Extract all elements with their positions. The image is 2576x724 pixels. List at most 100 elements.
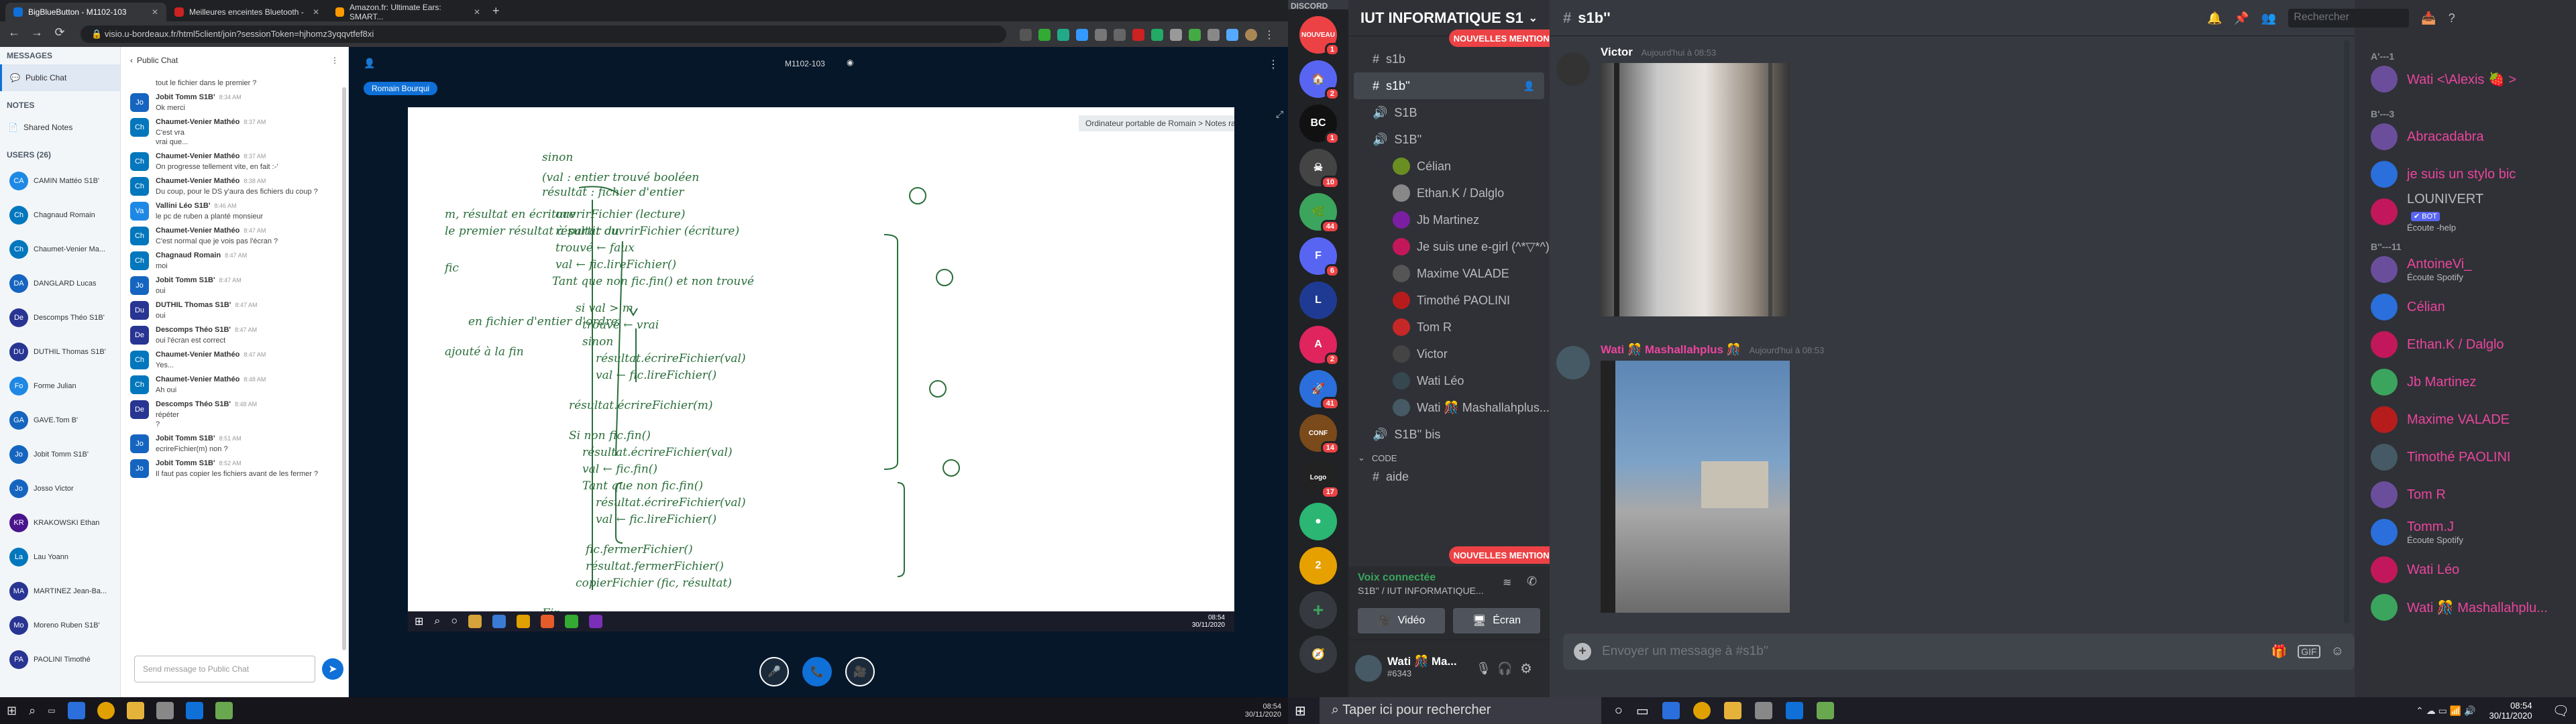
user-list-item[interactable]: DA DANGLARD Lucas xyxy=(0,266,120,300)
server-icon[interactable]: F6 xyxy=(1299,237,1340,278)
server-icon[interactable]: 2 xyxy=(1299,547,1337,585)
server-icon[interactable]: ☠ 10 xyxy=(1299,149,1340,189)
avatar[interactable] xyxy=(1556,52,1590,86)
user-list-item[interactable]: De Descomps Théo S1B' xyxy=(0,300,120,335)
windows-start-icon[interactable]: ⊞ xyxy=(7,704,17,718)
settings-gear-icon[interactable]: ⚙ xyxy=(1520,660,1532,677)
server-icon[interactable]: 🚀 41 xyxy=(1299,370,1340,410)
taskbar-search[interactable]: ⌕ Taper ici pour rechercher xyxy=(1319,697,1601,724)
server-icon[interactable]: ● xyxy=(1299,503,1337,540)
user-list-item[interactable]: Ch Chagnaud Romain xyxy=(0,198,120,232)
message-composer[interactable]: + Envoyer un message à #s1b'' 🎁 GIF ☺ xyxy=(1563,634,2355,670)
close-tab-icon[interactable]: ✕ xyxy=(152,7,158,17)
add-member-icon[interactable]: 👤 xyxy=(1523,80,1535,92)
browser-tab-bbb[interactable]: BigBlueButton - M1102-103 ✕ xyxy=(5,3,166,21)
user-list-item[interactable]: DU DUTHIL Thomas S1B' xyxy=(0,335,120,369)
close-tab-icon[interactable]: ✕ xyxy=(474,7,480,17)
author-name[interactable]: Wati 🎊 Mashallahplus 🎊 xyxy=(1601,343,1741,356)
cortana-icon[interactable]: ○ xyxy=(1615,703,1623,719)
extension-icon[interactable] xyxy=(1038,29,1051,41)
user-list-item[interactable]: Jo Josso Victor xyxy=(0,471,120,505)
pin-icon[interactable]: 📌 xyxy=(2234,11,2249,25)
explorer-icon[interactable] xyxy=(1723,702,1741,719)
app-icon[interactable] xyxy=(1816,702,1834,719)
user-list-toggle-icon[interactable]: 👤 xyxy=(364,58,375,69)
channel-s1b[interactable]: # s1b xyxy=(1348,46,1550,72)
member-item[interactable]: Abracadabra xyxy=(2355,118,2576,156)
leave-audio-button[interactable]: 📞 xyxy=(802,657,832,686)
voice-channel-s1b[interactable]: 🔊 S1B xyxy=(1348,99,1550,126)
member-item[interactable]: Wati <\Alexis 🍓 > xyxy=(2355,60,2576,98)
extension-icon[interactable] xyxy=(1132,29,1144,41)
video-button[interactable]: 🎥 Vidéo xyxy=(1358,608,1445,634)
extension-icon[interactable] xyxy=(1189,29,1201,41)
member-item[interactable]: je suis un stylo bic xyxy=(2355,156,2576,193)
author-name[interactable]: Victor xyxy=(1601,46,1633,58)
notifications-icon[interactable]: 🗨 xyxy=(2553,703,2569,719)
options-menu-icon[interactable]: ⋮ xyxy=(1268,58,1279,71)
voice-member[interactable]: Wati 🎊 Mashallahplus... xyxy=(1348,394,1550,421)
fullscreen-icon[interactable]: ⤢ xyxy=(1276,109,1283,120)
chat-options-icon[interactable]: ⋮ xyxy=(331,56,339,65)
search-icon[interactable]: ⌕ xyxy=(29,704,36,718)
user-list-item[interactable]: Ch Chaumet-Venier Ma... xyxy=(0,232,120,266)
share-webcam-button[interactable]: 🎥 xyxy=(845,657,875,686)
send-message-button[interactable]: ➤ xyxy=(322,658,343,680)
voice-channel-bis[interactable]: 🔊 S1B'' bis xyxy=(1348,421,1550,448)
voice-member[interactable]: Tom R xyxy=(1348,314,1550,341)
inbox-icon[interactable]: 📥 xyxy=(2421,11,2436,25)
extension-icon[interactable] xyxy=(1151,29,1163,41)
member-item[interactable]: Jb Martinez xyxy=(2355,363,2576,401)
member-item[interactable]: Timothé PAOLINI xyxy=(2355,438,2576,476)
voice-channel-s1b-double[interactable]: 🔊 S1B'' xyxy=(1348,126,1550,153)
gift-icon[interactable]: 🎁 xyxy=(2271,644,2288,660)
app-icon[interactable] xyxy=(1662,702,1680,719)
add-attachment-icon[interactable]: + xyxy=(1574,643,1591,660)
chrome-icon[interactable] xyxy=(1693,702,1711,719)
channel-s1b-double[interactable]: # s1b'' 👤 xyxy=(1354,72,1544,99)
member-item[interactable]: Célian xyxy=(2355,288,2576,326)
member-item[interactable]: Maxime VALADE xyxy=(2355,401,2576,438)
member-item[interactable]: Tom R xyxy=(2355,476,2576,514)
user-list-item[interactable]: CA CAMIN Mattéo S1B' xyxy=(0,164,120,198)
extension-icon[interactable] xyxy=(1057,29,1069,41)
avatar[interactable] xyxy=(1556,346,1590,379)
extension-icon[interactable] xyxy=(1170,29,1182,41)
category-code[interactable]: ⌄ CODE xyxy=(1348,448,1550,468)
task-view-icon[interactable]: ▭ xyxy=(1636,703,1649,719)
browser-tab-amazon[interactable]: Amazon.fr: Ultimate Ears: SMART... ✕ xyxy=(327,3,488,21)
user-list-item[interactable]: La Lau Yoann xyxy=(0,540,120,574)
menu-icon[interactable]: ⋮ xyxy=(1264,28,1275,42)
new-mentions-banner-top[interactable]: NOUVELLES MENTIONS xyxy=(1449,29,1560,47)
reload-icon[interactable]: ⟳ xyxy=(50,25,70,40)
user-list-item[interactable]: PA PAOLINI Timothé xyxy=(0,642,120,676)
attached-photo[interactable] xyxy=(1601,361,1790,613)
voice-member[interactable]: Célian xyxy=(1348,153,1550,180)
server-icon[interactable]: L xyxy=(1299,282,1337,319)
extension-icon[interactable] xyxy=(1076,29,1088,41)
extension-icon[interactable] xyxy=(1020,29,1032,41)
forward-icon[interactable]: → xyxy=(27,25,47,40)
channel-aide[interactable]: # aide xyxy=(1348,468,1550,485)
chat-scrollbar[interactable] xyxy=(342,87,346,650)
new-tab-button[interactable]: + xyxy=(492,4,500,18)
chrome-icon[interactable] xyxy=(97,702,115,719)
extension-icon[interactable] xyxy=(1226,29,1238,41)
voice-member[interactable]: Je suis une e-girl (^*▽*^) xyxy=(1348,233,1550,260)
mic-icon[interactable]: 🎙 xyxy=(1476,662,1491,676)
voice-member[interactable]: Maxime VALADE xyxy=(1348,260,1550,287)
voice-member[interactable]: Wati Léo xyxy=(1348,367,1550,394)
address-bar[interactable]: 🔒 visio.u-bordeaux.fr/html5client/join?s… xyxy=(80,25,1006,43)
voice-member[interactable]: Jb Martinez xyxy=(1348,206,1550,233)
user-list-item[interactable]: Jo Jobit Tomm S1B' xyxy=(0,437,120,471)
emoji-icon[interactable]: ☺ xyxy=(2331,644,2344,659)
app-icon[interactable] xyxy=(67,702,85,719)
store-icon[interactable] xyxy=(1754,702,1772,719)
back-icon[interactable]: ← xyxy=(4,25,24,40)
noise-suppression-icon[interactable]: ≋ xyxy=(1503,576,1511,589)
close-tab-icon[interactable]: ✕ xyxy=(313,7,319,17)
task-view-icon[interactable]: ▭ xyxy=(48,706,55,715)
store-icon[interactable] xyxy=(156,702,174,719)
member-item[interactable]: Tomm.J Écoute Spotify xyxy=(2355,514,2576,551)
user-list-item[interactable]: Fo Forme Julian xyxy=(0,369,120,403)
